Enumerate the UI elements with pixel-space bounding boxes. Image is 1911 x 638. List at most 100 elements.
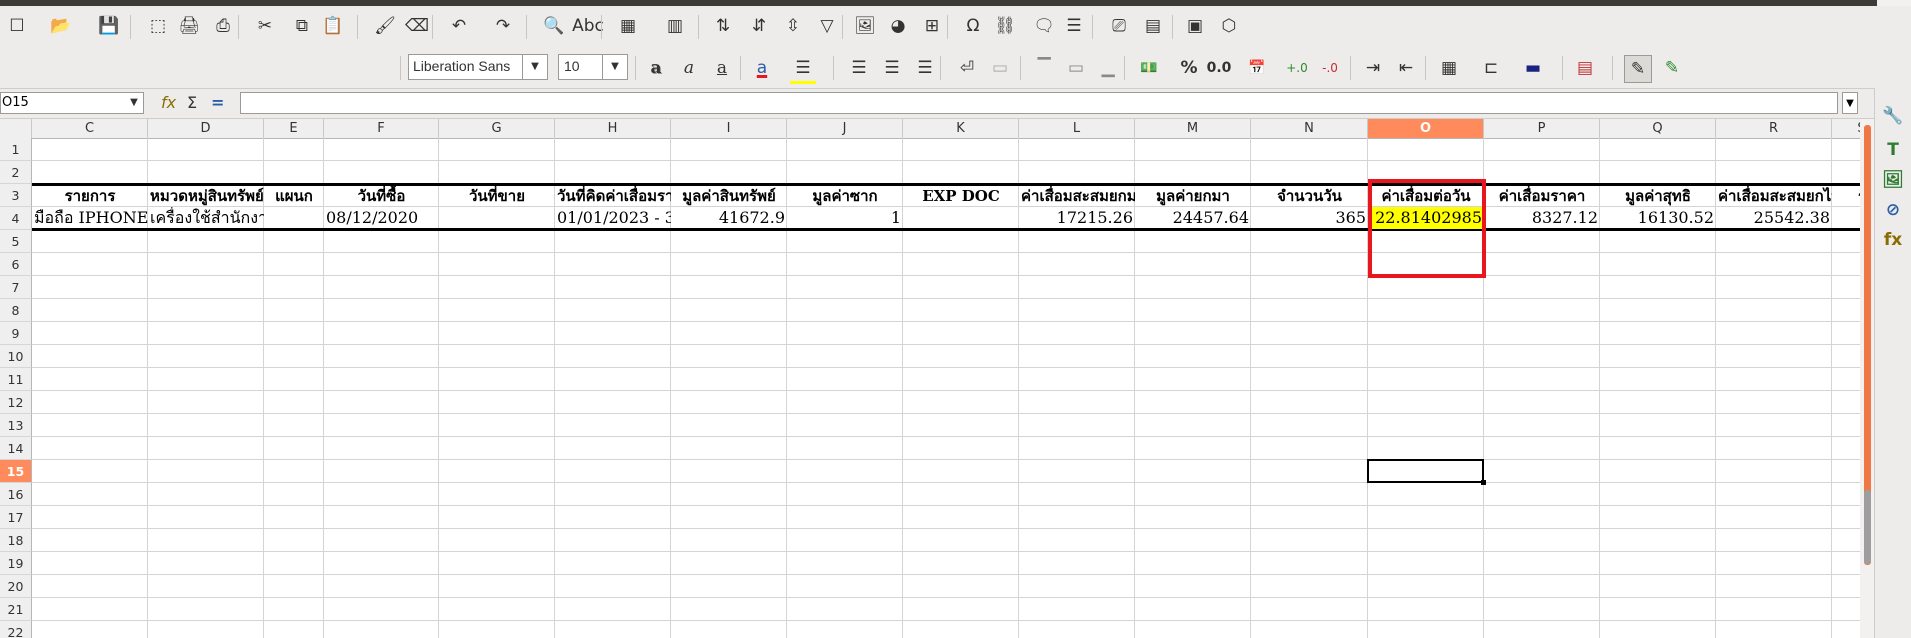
number-format-icon[interactable]: 0.0 — [1206, 55, 1232, 81]
open-icon[interactable]: 📂 — [48, 13, 74, 39]
row-header-12[interactable]: 12 — [0, 391, 32, 414]
paste-icon[interactable]: 📋 — [320, 13, 346, 39]
border-color-icon[interactable]: ▬ — [1520, 55, 1546, 81]
properties-icon[interactable]: 🔧 — [1881, 104, 1905, 128]
header-cell-L[interactable]: ค่าเสื่อมสะสมยกมา — [1019, 185, 1135, 207]
increase-indent-icon[interactable]: ⇥ — [1360, 55, 1386, 81]
row-header-14[interactable]: 14 — [0, 437, 32, 460]
row-header-4[interactable]: 4 — [0, 207, 32, 230]
data-cell-N4[interactable]: 365 — [1251, 207, 1368, 229]
add-decimal-icon[interactable]: +.0 — [1284, 55, 1310, 81]
row-header-22[interactable]: 22 — [0, 621, 32, 638]
copy-icon[interactable]: ⧉ — [289, 13, 315, 39]
find-replace-icon[interactable]: 🔍 — [541, 13, 567, 39]
undo-icon[interactable]: ↶ — [446, 13, 472, 39]
styles-icon[interactable]: T — [1881, 138, 1905, 162]
clear-formatting-icon[interactable]: ⌫ — [404, 13, 430, 39]
formula-input[interactable] — [240, 92, 1838, 114]
equals-icon[interactable]: = — [211, 92, 224, 114]
freeze-rows-icon[interactable]: ▤ — [1140, 13, 1166, 39]
headers-footers-icon[interactable]: ☰ — [1061, 13, 1087, 39]
function-wizard-icon[interactable]: fx — [161, 92, 176, 114]
date-icon[interactable]: 📅 — [1244, 55, 1270, 81]
fill-handle[interactable] — [1481, 480, 1486, 485]
show-draw-icon[interactable]: ✎ — [1624, 55, 1652, 83]
sort-descending-icon[interactable]: ⇳ — [780, 13, 806, 39]
chevron-down-icon[interactable]: ▼ — [125, 93, 143, 113]
navigator-icon[interactable]: ⊘ — [1881, 198, 1905, 222]
font-color-icon[interactable]: a — [749, 55, 775, 81]
row-header-2[interactable]: 2 — [0, 161, 32, 184]
header-cell-C[interactable]: รายการ — [32, 185, 148, 207]
data-cell-P4[interactable]: 8327.12 — [1484, 207, 1600, 229]
row-header-10[interactable]: 10 — [0, 345, 32, 368]
comment-icon[interactable]: 🗨 — [1031, 13, 1057, 39]
spreadsheet-grid[interactable]: CDEFGHIJKLMNOPQRS 1234567891011121314151… — [0, 119, 1860, 638]
border-style-icon[interactable]: ⊏ — [1478, 55, 1504, 81]
data-cell-K4[interactable] — [903, 207, 1019, 229]
header-cell-G[interactable]: วันที่ขาย — [439, 185, 555, 207]
shadow-icon[interactable]: a — [643, 55, 669, 81]
decrease-indent-icon[interactable]: ⇤ — [1393, 55, 1419, 81]
header-cell-E[interactable]: แผนก — [264, 185, 324, 207]
clone-formatting-icon[interactable]: 🖌 — [372, 13, 398, 39]
row-icon[interactable]: ▦ — [615, 13, 641, 39]
sum-icon[interactable]: Σ — [187, 92, 197, 114]
column-header-K[interactable]: K — [903, 119, 1019, 138]
data-cell-G4[interactable] — [439, 207, 555, 229]
header-cell-K[interactable]: EXP DOC — [903, 185, 1019, 207]
gallery-icon[interactable]: 🖼 — [1881, 168, 1905, 192]
export-pdf-icon[interactable]: ⬚ — [145, 13, 171, 39]
pivot-table-icon[interactable]: ⊞ — [919, 13, 945, 39]
italic-icon[interactable]: a — [676, 55, 702, 81]
align-center-icon[interactable]: ☰ — [879, 55, 905, 81]
row-header-13[interactable]: 13 — [0, 414, 32, 437]
align-top-icon[interactable]: ▔ — [1031, 55, 1057, 81]
column-header-N[interactable]: N — [1251, 119, 1368, 138]
font-name-box[interactable]: Liberation Sans ▼ — [408, 54, 548, 80]
column-header-P[interactable]: P — [1484, 119, 1600, 138]
row-header-11[interactable]: 11 — [0, 368, 32, 391]
autofilter-icon[interactable]: ▽ — [814, 13, 840, 39]
special-character-icon[interactable]: Ω — [960, 13, 986, 39]
header-cell-Q[interactable]: มูลค่าสุทธิ — [1600, 185, 1716, 207]
row-header-1[interactable]: 1 — [0, 138, 32, 161]
chart-icon[interactable]: ◕ — [885, 13, 911, 39]
row-header-5[interactable]: 5 — [0, 230, 32, 253]
line-icon[interactable]: ✎ — [1659, 55, 1685, 81]
row-header-16[interactable]: 16 — [0, 483, 32, 506]
column-header-M[interactable]: M — [1135, 119, 1251, 138]
row-header-9[interactable]: 9 — [0, 322, 32, 345]
row-header-3[interactable]: 3 — [0, 184, 32, 207]
header-cell-J[interactable]: มูลค่าซาก — [787, 185, 903, 207]
column-header-C[interactable]: C — [32, 119, 148, 138]
header-cell-H[interactable]: วันที่คิดค่าเสื่อมราคา — [555, 185, 671, 207]
align-right-icon[interactable]: ☰ — [912, 55, 938, 81]
data-cell-Q4[interactable]: 16130.52 — [1600, 207, 1716, 229]
conditional-format-icon[interactable]: ▤ — [1572, 55, 1598, 81]
row-header-17[interactable]: 17 — [0, 506, 32, 529]
sort-ascending-icon[interactable]: ⇵ — [746, 13, 772, 39]
split-window-icon[interactable]: ▣ — [1182, 13, 1208, 39]
expand-formula-icon[interactable]: ▼ — [1842, 92, 1858, 114]
header-cell-S[interactable]: ร — [1832, 185, 1860, 207]
header-cell-R[interactable]: ค่าเสื่อมสะสมยกไป — [1716, 185, 1832, 207]
redo-icon[interactable]: ↷ — [490, 13, 516, 39]
scrollbar-thumb-secondary[interactable] — [1864, 490, 1871, 564]
row-header-6[interactable]: 6 — [0, 253, 32, 276]
data-cell-D4[interactable]: เครื่องใช้สำนักงาน — [148, 207, 264, 229]
sort-icon[interactable]: ⇅ — [710, 13, 736, 39]
data-cell-E4[interactable] — [264, 207, 324, 229]
functions-icon[interactable]: fx — [1881, 228, 1905, 252]
cell-cursor[interactable] — [1367, 459, 1484, 483]
underline-icon[interactable]: a — [709, 55, 735, 81]
column-header-I[interactable]: I — [671, 119, 787, 138]
header-cell-N[interactable]: จำนวนวัน — [1251, 185, 1368, 207]
column-header-R[interactable]: R — [1716, 119, 1832, 138]
header-cell-I[interactable]: มูลค่าสินทรัพย์ — [671, 185, 787, 207]
align-left-icon[interactable]: ☰ — [846, 55, 872, 81]
column-header-Q[interactable]: Q — [1600, 119, 1716, 138]
define-print-area-icon[interactable]: ⎚ — [1106, 13, 1132, 39]
wrap-text-icon[interactable]: ⏎ — [954, 55, 980, 81]
row-header-19[interactable]: 19 — [0, 552, 32, 575]
